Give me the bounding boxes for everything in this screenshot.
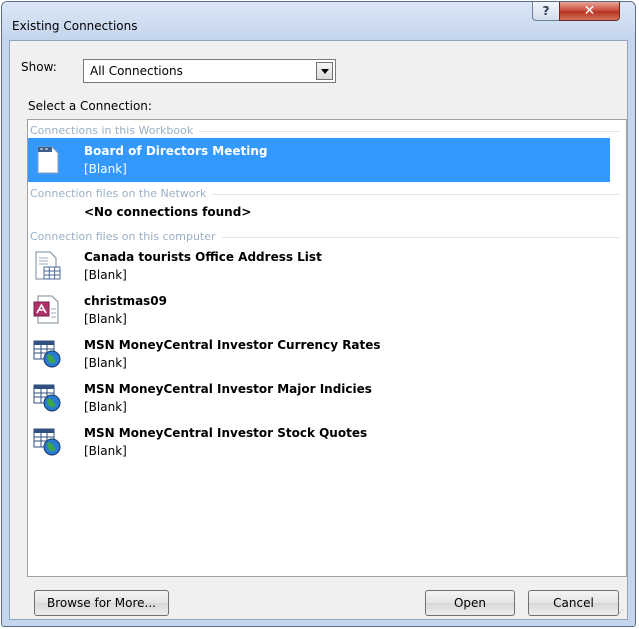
table-document-icon xyxy=(35,251,61,280)
close-button[interactable]: ✕ xyxy=(559,2,620,21)
list-item[interactable]: MSN MoneyCentral Investor Major Indicies… xyxy=(28,376,610,420)
resize-grip[interactable]: ⋰ xyxy=(616,608,626,618)
existing-connections-dialog: Existing Connections ? ✕ Show: All Conne… xyxy=(1,1,636,627)
item-description: [Blank] xyxy=(84,400,127,414)
item-name: MSN MoneyCentral Investor Currency Rates xyxy=(84,338,381,352)
open-button[interactable]: Open xyxy=(425,590,515,616)
web-query-icon xyxy=(33,428,61,456)
group-header-workbook: Connections in this Workbook xyxy=(28,124,626,138)
open-button-label: Open xyxy=(453,596,487,610)
show-dropdown[interactable]: All Connections xyxy=(83,59,336,83)
group-header-text: Connection files on the Network xyxy=(30,187,213,200)
cancel-button[interactable]: Cancel xyxy=(528,590,619,616)
item-name: MSN MoneyCentral Investor Stock Quotes xyxy=(84,426,368,440)
item-name: christmas09 xyxy=(84,294,168,308)
item-description: [Blank] xyxy=(84,444,127,458)
help-button[interactable]: ? xyxy=(532,2,560,21)
list-item[interactable]: MSN MoneyCentral Investor Stock Quotes [… xyxy=(28,420,610,464)
item-name: Canada tourists Office Address List xyxy=(84,250,322,264)
document-icon xyxy=(37,146,59,174)
group-header-text: Connection files on this computer xyxy=(30,230,222,243)
cancel-button-label: Cancel xyxy=(553,596,594,610)
close-icon: ✕ xyxy=(583,3,596,19)
connections-list[interactable]: Connections in this Workbook Board of Di… xyxy=(27,119,627,577)
list-item[interactable]: christmas09 [Blank] xyxy=(28,288,610,332)
network-empty-message: <No connections found> xyxy=(84,205,252,219)
chevron-down-icon xyxy=(320,68,329,74)
item-description: [Blank] xyxy=(84,356,127,370)
window-title: Existing Connections xyxy=(12,19,138,33)
item-name: MSN MoneyCentral Investor Major Indicies xyxy=(84,382,372,396)
show-label: Show: xyxy=(21,60,57,74)
show-dropdown-value: All Connections xyxy=(90,64,183,78)
help-icon: ? xyxy=(542,4,550,18)
group-header-text: Connections in this Workbook xyxy=(30,124,200,137)
browse-for-more-button[interactable]: Browse for More... xyxy=(34,590,169,616)
item-description: [Blank] xyxy=(84,268,127,282)
list-item[interactable]: Canada tourists Office Address List [Bla… xyxy=(28,244,610,288)
web-query-icon xyxy=(33,340,61,368)
list-item[interactable]: Board of Directors Meeting [Blank] xyxy=(28,138,610,182)
dialog-body: Show: All Connections Select a Connectio… xyxy=(9,40,628,620)
select-connection-label: Select a Connection: xyxy=(28,99,152,113)
item-description: [Blank] xyxy=(84,312,127,326)
title-bar: Existing Connections ? ✕ xyxy=(2,2,635,40)
item-name: Board of Directors Meeting xyxy=(84,144,268,158)
list-item[interactable]: MSN MoneyCentral Investor Currency Rates… xyxy=(28,332,610,376)
access-database-icon xyxy=(33,295,59,324)
group-header-computer: Connection files on this computer xyxy=(28,230,626,244)
group-header-network: Connection files on the Network xyxy=(28,187,626,201)
browse-button-label: Browse for More... xyxy=(46,596,156,610)
web-query-icon xyxy=(33,384,61,412)
item-description: [Blank] xyxy=(84,162,127,176)
dropdown-arrow-button[interactable] xyxy=(316,62,333,80)
